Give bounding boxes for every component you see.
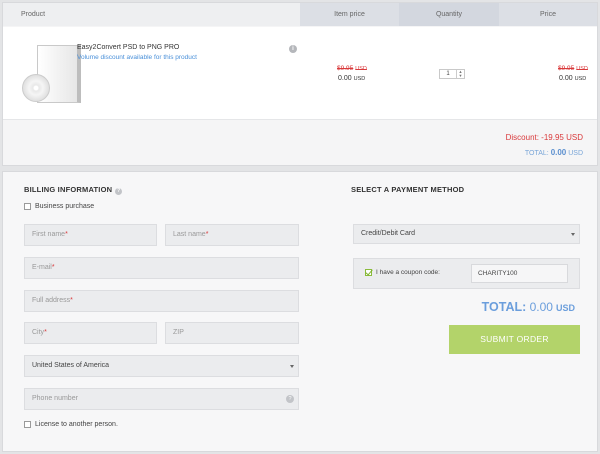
cart-row: Easy2Convert PSD to PNG PRO Volume disco… <box>3 27 597 120</box>
item-price-old: $9.95 USD <box>337 65 367 72</box>
address-field[interactable]: Full address* <box>24 290 299 312</box>
coupon-input[interactable]: CHARITY100 <box>471 264 568 283</box>
cart-panel: Product Item price Quantity Price Easy2C… <box>2 2 598 166</box>
coupon-box: I have a coupon code: CHARITY100 <box>353 258 580 289</box>
last-name-field[interactable]: Last name* <box>165 224 299 246</box>
phone-field[interactable]: Phone number ? <box>24 388 299 410</box>
header-quantity: Quantity <box>399 3 499 26</box>
submit-order-button[interactable]: SUBMIT ORDER <box>449 325 580 354</box>
cart-table-header: Product Item price Quantity Price <box>3 3 597 26</box>
product-disc-icon <box>22 74 50 102</box>
zip-field[interactable]: ZIP <box>165 322 299 344</box>
payment-method-select[interactable]: Credit/Debit Card <box>353 224 580 244</box>
business-purchase-checkbox[interactable]: Business purchase <box>24 203 94 210</box>
info-icon[interactable]: i <box>289 45 297 53</box>
country-select[interactable]: United States of America <box>24 355 299 377</box>
header-product: Product <box>3 3 300 26</box>
first-name-field[interactable]: First name* <box>24 224 157 246</box>
quantity-value[interactable]: 1 <box>440 70 456 78</box>
header-item-price: Item price <box>300 3 399 26</box>
checkbox-checked-icon[interactable] <box>365 269 372 276</box>
item-price-new: 0.00 USD <box>338 75 366 82</box>
quantity-arrows-icon[interactable]: ▲ ▼ <box>456 70 464 78</box>
question-icon[interactable]: ? <box>115 188 123 195</box>
header-price: Price <box>499 3 597 26</box>
price-new: 0.00 USD <box>559 75 587 82</box>
email-field[interactable]: E-mail* <box>24 257 299 279</box>
product-box-image <box>15 45 81 125</box>
question-icon[interactable]: ? <box>286 395 294 403</box>
checkbox-icon[interactable] <box>24 203 31 210</box>
chevron-down-icon[interactable] <box>571 233 575 236</box>
quantity-stepper[interactable]: 1 ▲ ▼ <box>439 69 465 79</box>
cart-total: TOTAL: 0.00 USD <box>524 148 583 157</box>
product-name: Easy2Convert PSD to PNG PRO <box>77 44 180 51</box>
billing-panel: BILLING INFORMATION? Business purchase F… <box>2 171 598 452</box>
billing-title: BILLING INFORMATION? <box>24 185 123 195</box>
license-checkbox[interactable]: License to another person. <box>24 421 118 428</box>
city-field[interactable]: City* <box>24 322 157 344</box>
price-old: $9.95 USD <box>558 65 588 72</box>
discount-line: Discount: -19.95 USD <box>505 133 583 142</box>
chevron-down-icon[interactable] <box>290 365 294 368</box>
payment-title: SELECT A PAYMENT METHOD <box>351 185 465 194</box>
checkbox-icon[interactable] <box>24 421 31 428</box>
order-total: TOTAL: 0.00 USD <box>481 300 575 314</box>
volume-discount-link[interactable]: Volume discount available for this produ… <box>77 54 197 61</box>
coupon-checkbox[interactable]: I have a coupon code: <box>365 269 440 276</box>
